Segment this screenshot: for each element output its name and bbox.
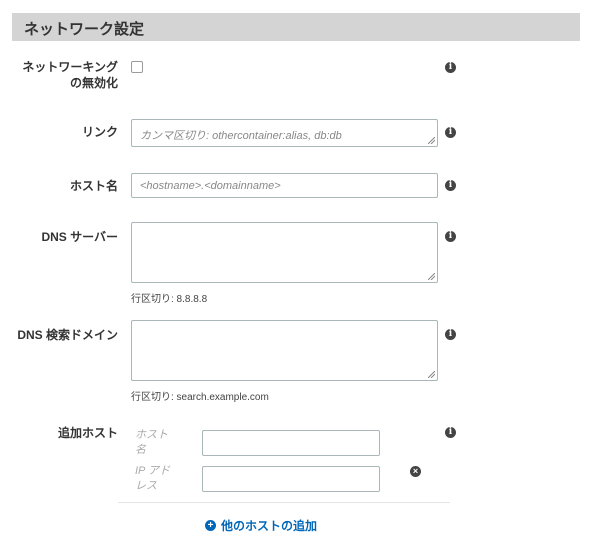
extra-host-ip-label-line1: IP アド bbox=[135, 465, 171, 477]
extra-host-ip-input[interactable] bbox=[202, 466, 380, 492]
section-header: ネットワーク設定 bbox=[12, 13, 580, 41]
links-placeholder: カンマ区切り: othercontainer:alias, db:db bbox=[140, 130, 342, 142]
resize-grip-icon[interactable] bbox=[428, 273, 435, 280]
disable-networking-checkbox[interactable] bbox=[131, 61, 143, 73]
plus-circle-icon: + bbox=[205, 520, 216, 531]
dns-search-hint: 行区切り: search.example.com bbox=[131, 392, 269, 403]
extra-host-ip-label: IP アド レス bbox=[135, 464, 179, 494]
extra-host-hostname-input[interactable] bbox=[202, 430, 380, 456]
resize-grip-icon[interactable] bbox=[428, 137, 435, 144]
extra-host-hostname-label-line1: ホスト bbox=[135, 429, 168, 441]
dns-search-label: DNS 検索ドメイン bbox=[17, 328, 118, 342]
info-icon[interactable]: i bbox=[445, 127, 456, 138]
info-icon[interactable]: i bbox=[445, 427, 456, 438]
info-icon[interactable]: i bbox=[445, 180, 456, 191]
dns-servers-label: DNS サーバー bbox=[41, 230, 118, 244]
hostname-placeholder: <hostname>.<domainname> bbox=[140, 180, 281, 192]
links-label: リンク bbox=[81, 125, 118, 139]
disable-networking-label-line2: の無効化 bbox=[69, 76, 118, 90]
disable-networking-label: ネットワーキング の無効化 bbox=[10, 59, 118, 91]
extra-hosts-label: 追加ホスト bbox=[57, 426, 118, 440]
disable-networking-label-line1: ネットワーキング bbox=[22, 60, 118, 74]
extra-host-hostname-label-line2: 名 bbox=[135, 444, 146, 456]
hostname-input[interactable]: <hostname>.<domainname> bbox=[131, 173, 438, 198]
hostname-label: ホスト名 bbox=[69, 179, 118, 193]
dns-servers-hint: 行区切り: 8.8.8.8 bbox=[131, 294, 208, 305]
divider bbox=[118, 502, 450, 503]
section-title: ネットワーク設定 bbox=[24, 21, 145, 38]
extra-host-ip-label-line2: レス bbox=[135, 480, 157, 492]
dns-servers-textarea[interactable] bbox=[131, 222, 438, 283]
links-input[interactable]: カンマ区切り: othercontainer:alias, db:db bbox=[131, 119, 438, 147]
extra-host-hostname-label: ホスト 名 bbox=[135, 428, 179, 458]
resize-grip-icon[interactable] bbox=[428, 371, 435, 378]
info-icon[interactable]: i bbox=[445, 329, 456, 340]
dns-search-textarea[interactable] bbox=[131, 320, 438, 381]
add-host-label: 他のホストの追加 bbox=[221, 519, 318, 533]
add-host-link[interactable]: + 他のホストの追加 bbox=[205, 517, 317, 534]
info-icon[interactable]: i bbox=[445, 231, 456, 242]
info-icon[interactable]: i bbox=[445, 62, 456, 73]
remove-icon[interactable]: × bbox=[410, 466, 421, 477]
